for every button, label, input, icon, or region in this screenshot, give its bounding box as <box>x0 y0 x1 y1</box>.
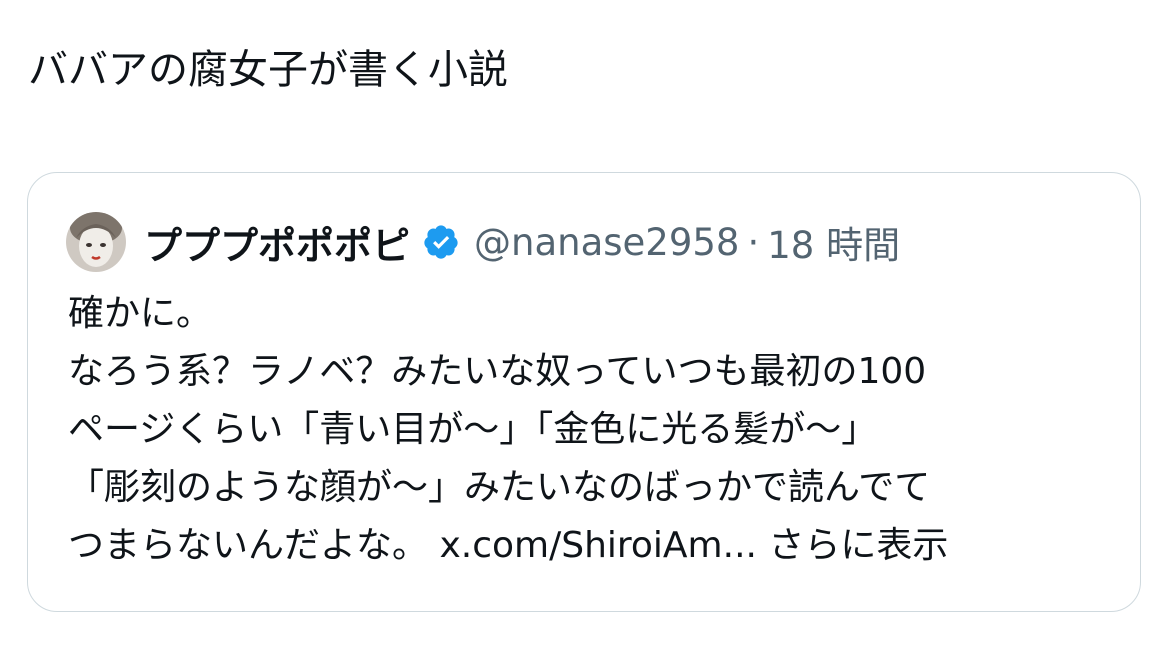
quoted-post-header: プププポポポピ @nanase2958 · 18 時間 <box>66 211 900 273</box>
text-segment: つまらないんだよな。 <box>68 525 440 566</box>
quoted-post-card[interactable]: プププポポポピ @nanase2958 · 18 時間 確かに。 なろう系？ラノ… <box>27 172 1141 612</box>
text-line: ページくらい「青い目が〜」「金色に光る髪が〜」 <box>68 409 878 450</box>
user-handle[interactable]: @nanase2958 <box>474 221 739 264</box>
avatar-image <box>66 212 126 272</box>
post-text: ババアの腐女子が書く小説 <box>28 47 508 93</box>
display-name[interactable]: プププポポポピ <box>144 215 410 270</box>
text-line: 「彫刻のような顔が〜」みたいなのばっかで読んでて <box>68 467 931 508</box>
separator-dot: · <box>747 220 760 264</box>
text-line: なろう系？ラノベ？みたいな奴っていつも最初の100 <box>68 351 927 392</box>
text-line: 確かに。 <box>68 293 213 334</box>
timestamp[interactable]: 18 時間 <box>767 215 900 269</box>
verified-badge-icon <box>424 225 458 259</box>
quoted-post-text: 確かに。 なろう系？ラノベ？みたいな奴っていつも最初の100 ページくらい「青い… <box>68 285 1118 575</box>
truncated-link[interactable]: x.com/ShiroiAm... <box>439 525 757 566</box>
avatar[interactable] <box>66 212 126 272</box>
text-line-last: つまらないんだよな。 x.com/ShiroiAm... さらに表示 <box>68 517 1118 575</box>
show-more-link[interactable]: さらに表示 <box>768 525 948 566</box>
